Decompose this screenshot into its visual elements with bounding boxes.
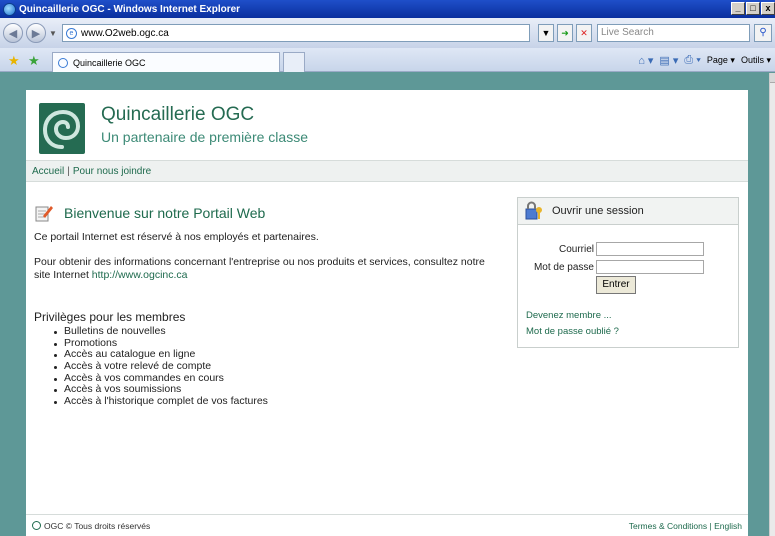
page-icon: e [66,27,77,39]
back-arrow-icon: ◀ [8,27,18,40]
email-field[interactable] [596,242,704,256]
enter-button[interactable]: Entrer [596,276,636,294]
list-item: Accès à l'historique complet de vos fact… [52,395,268,408]
address-toolbar: ◀ ▶ ▼ e www.O2web.ogc.ca ▼ ➜ ✕ Live Sear… [0,18,775,48]
nav-separator: | [67,165,70,177]
site-footer: OGC © Tous droits réservés Termes & Cond… [26,514,748,536]
email-label: Courriel [558,243,594,255]
tools-menu[interactable]: Outils ▾ [741,55,771,66]
site-title: Quincaillerie OGC [101,104,255,125]
intro-text: Ce portail Internet est réservé à nos em… [34,231,319,243]
favorites-star-icon[interactable]: ★ [8,53,20,69]
terms-link[interactable]: Termes & Conditions [629,521,707,531]
window-title: Quincaillerie OGC - Windows Internet Exp… [19,3,241,15]
list-item: Accès à votre relevé de compte [52,360,268,373]
minimize-button[interactable]: _ [731,2,745,15]
tab-label: Quincaillerie OGC [73,57,146,68]
add-favorites-icon[interactable]: ★ [28,53,40,69]
command-bar: ⌂ ▾ ▤ ▾ ⎙ ▾ Page ▾ Outils ▾ [638,54,771,67]
maximize-button[interactable]: □ [746,2,760,15]
password-row: Mot de passe [518,260,704,274]
search-icon[interactable]: ⚲ [754,24,772,42]
site-nav: Accueil | Pour nous joindre [26,160,748,182]
nav-contact-link[interactable]: Pour nous joindre [73,166,151,177]
window-controls: _ □ x [730,2,775,15]
list-item: Bulletins de nouvelles [52,325,268,338]
welcome-title: Bienvenue sur notre Portail Web [64,205,266,221]
privileges-title: Privilèges pour les membres [34,310,186,324]
footer-separator: | [709,520,712,531]
forgot-password-link[interactable]: Mot de passe oublié ? [526,326,619,337]
page-menu[interactable]: Page ▾ [707,55,735,66]
login-panel: Ouvrir une session Courriel Mot de passe… [517,197,739,348]
portal-page: Quincaillerie OGC Un partenaire de premi… [26,90,748,536]
site-subtitle: Un partenaire de première classe [101,129,308,145]
page-icon [58,57,68,68]
nav-accueil-link[interactable]: Accueil [32,166,64,177]
back-button[interactable]: ◀ [3,23,23,43]
close-button[interactable]: x [761,2,775,15]
live-search-input[interactable]: Live Search [597,24,750,42]
tab-bar: ★ ★ Quincaillerie OGC ⌂ ▾ ▤ ▾ ⎙ ▾ Page ▾… [0,48,775,72]
stop-button[interactable]: ✕ [576,24,592,42]
forward-button[interactable]: ▶ [26,23,46,43]
welcome-heading: Bienvenue sur notre Portail Web [34,203,265,223]
privileges-list: Bulletins de nouvelles Promotions Accès … [52,325,268,408]
address-url: www.O2web.ogc.ca [81,27,169,39]
forward-arrow-icon: ▶ [31,27,41,40]
tab-quincaillerie[interactable]: Quincaillerie OGC [52,52,280,72]
address-input[interactable]: e www.O2web.ogc.ca [62,24,530,42]
pencil-document-icon [34,203,54,223]
footer-links: Termes & Conditions | English [629,521,742,531]
go-button[interactable]: ➜ [557,24,573,42]
login-title: Ouvrir une session [552,205,644,217]
home-icon[interactable]: ⌂ ▾ [638,54,653,67]
copyright-text: OGC © Tous droits réservés [32,520,150,531]
login-header: Ouvrir une session [518,198,738,225]
become-member-link[interactable]: Devenez membre ... [526,310,612,321]
email-row: Courriel [518,242,704,256]
window-titlebar: Quincaillerie OGC - Windows Internet Exp… [0,0,775,18]
feeds-icon[interactable]: ▤ ▾ [659,54,678,67]
password-field[interactable] [596,260,704,274]
new-tab-button[interactable] [283,52,305,72]
password-label: Mot de passe [533,261,594,273]
page-viewport: Quincaillerie OGC Un partenaire de premi… [0,73,769,536]
address-dropdown-button[interactable]: ▼ [538,24,554,42]
history-dropdown-icon[interactable]: ▼ [49,29,59,38]
swirl-logo-icon [42,109,81,149]
info-text: Pour obtenir des informations concernant… [34,256,485,281]
ie-logo-icon [3,2,16,16]
print-icon[interactable]: ⎙ ▾ [684,54,700,67]
ogc-logo [39,103,85,154]
lock-key-icon [524,201,544,221]
scroll-up-icon[interactable] [770,73,775,83]
website-link[interactable]: http://www.ogcinc.ca [92,269,188,281]
ogc-small-logo-icon [32,520,41,530]
vertical-scrollbar[interactable] [769,73,775,536]
english-link[interactable]: English [714,521,742,531]
site-header: Quincaillerie OGC Un partenaire de premi… [26,90,748,164]
